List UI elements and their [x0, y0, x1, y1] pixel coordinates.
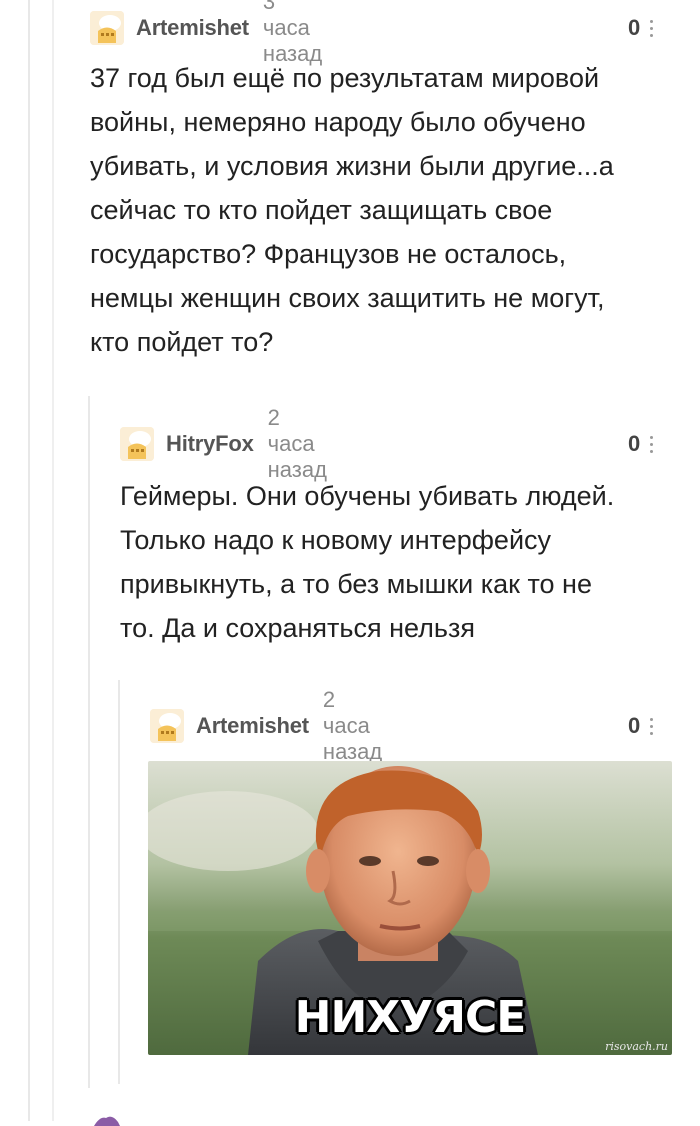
thread-line: [28, 0, 30, 1121]
comment-text: Геймеры. Они обучены убивать людей. Толь…: [120, 481, 615, 643]
timestamp[interactable]: 2 часа назад: [323, 687, 382, 765]
more-vertical-icon[interactable]: [650, 19, 654, 37]
comment-rating[interactable]: 0: [628, 706, 654, 746]
thread-line: [52, 0, 54, 1121]
comment-header: HitryFox 2 часа назад: [120, 405, 327, 482]
timestamp[interactable]: 2 часа назад: [268, 405, 327, 483]
comment-rating[interactable]: 0: [628, 8, 654, 48]
default-avatar-icon[interactable]: [120, 427, 154, 461]
rating-value: 0: [628, 15, 641, 40]
username[interactable]: Artemishet: [136, 15, 249, 41]
comment-rating[interactable]: 0: [628, 424, 654, 464]
comment-header: Artemishet 2 часа назад: [150, 687, 382, 764]
meme-caption: НИХУЯСЕ: [294, 992, 527, 1043]
username[interactable]: HitryFox: [166, 431, 254, 457]
meme-watermark: risovach.ru: [605, 1040, 668, 1053]
default-avatar-icon[interactable]: [90, 11, 124, 45]
default-avatar-icon[interactable]: [150, 709, 184, 743]
more-vertical-icon[interactable]: [650, 717, 654, 735]
rating-value: 0: [628, 431, 641, 456]
more-vertical-icon[interactable]: [650, 435, 654, 453]
comment-text: 37 год был ещё по результатам мировой во…: [90, 63, 614, 357]
username[interactable]: Artemishet: [196, 713, 309, 739]
default-avatar-icon[interactable]: [92, 1112, 122, 1126]
meme-image[interactable]: НИХУЯСЕ risovach.ru: [148, 761, 672, 1055]
rating-value: 0: [628, 713, 641, 738]
thread-line: [118, 680, 120, 1084]
thread-line: [88, 396, 90, 1088]
comment-header: Artemishet 3 часа назад: [90, 0, 322, 66]
